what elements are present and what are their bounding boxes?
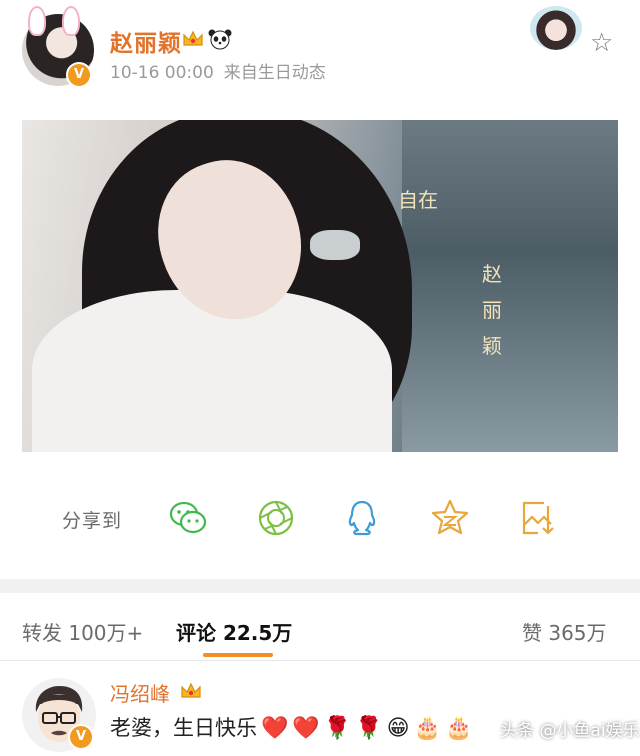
post-source[interactable]: 来自生日动态 [224,63,326,83]
active-tab-underline [203,653,273,657]
panda-icon [208,29,232,50]
crown-icon [183,30,203,46]
share-label: 分享到 [62,510,123,532]
bunny-ear-right-icon [62,6,80,36]
tab-comment[interactable]: 评论 22.5万 [176,617,292,646]
decoration-avatar[interactable] [530,6,582,50]
rose-emoji: 🌹 [323,716,352,741]
tab-separator [0,660,640,661]
heart-emoji: ❤️ [261,716,289,741]
rose-emoji: 🌹 [355,716,383,741]
author-name[interactable]: 赵丽颖 [110,24,182,58]
qzone-star-icon[interactable] [430,498,470,538]
photo-hairclip [310,230,360,260]
bunny-ear-left-icon [28,6,46,36]
favorite-star-icon[interactable]: ☆ [590,28,613,58]
moments-icon[interactable] [256,498,296,538]
save-image-icon[interactable] [518,498,558,538]
tab-like[interactable]: 赞 365万 [522,617,607,646]
post-image[interactable]: 自在 赵丽颖 [22,120,618,452]
author-avatar[interactable]: V [22,6,94,88]
post-time: 10-16 00:00 [110,63,214,83]
verified-v-icon: V [68,724,94,750]
calligraphy-text-2: 赵丽颖 [482,262,502,358]
cake-emoji: 🎂 [444,716,473,741]
commenter-name[interactable]: 冯绍峰 [110,678,170,707]
comment-body: 老婆，生日快乐 [110,716,257,740]
watermark-text: 头条 @小鱼ai娱乐 [500,721,640,741]
cake-emoji: 🎂 [413,716,441,741]
crown-icon [181,682,201,698]
heart-emoji: ❤️ [292,716,320,741]
water-background [402,120,618,452]
post-meta: 10-16 00:00 来自生日动态 [110,58,326,83]
commenter-avatar[interactable]: V [22,678,96,752]
wechat-icon[interactable] [168,498,208,538]
qq-icon[interactable] [342,498,382,538]
calligraphy-text-1: 自在 [398,188,438,212]
comment-text: 老婆，生日快乐 ❤️ ❤️ 🌹 🌹 😁 🎂 🎂 [110,712,472,742]
verified-v-icon: V [66,62,92,88]
tab-repost[interactable]: 转发 100万+ [22,617,143,646]
grin-emoji: 😁 [386,716,410,741]
section-divider [0,579,640,593]
